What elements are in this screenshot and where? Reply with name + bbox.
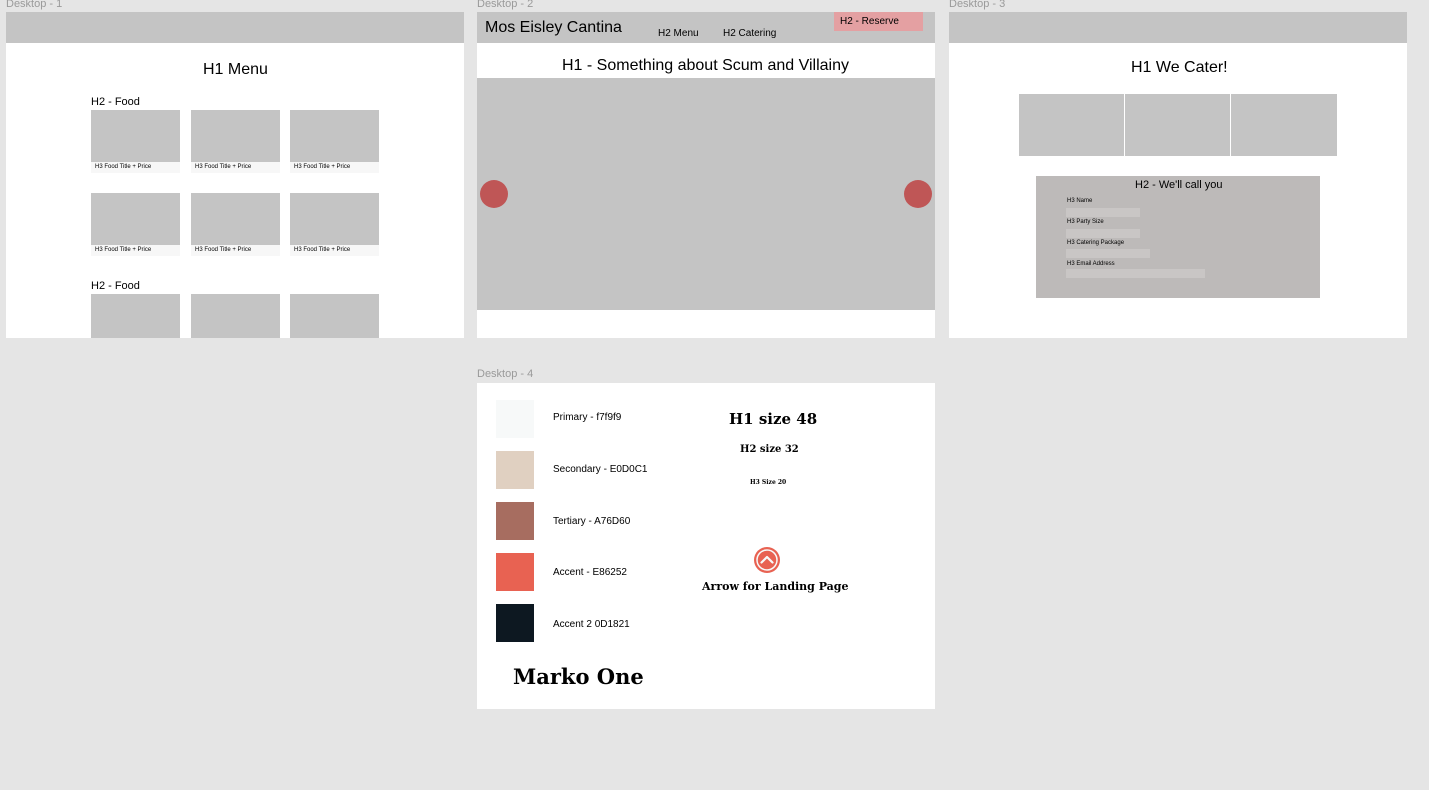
h2-sample: H2 size 32 xyxy=(740,444,799,455)
carousel-next-button[interactable] xyxy=(904,180,932,208)
arrow-caption: Arrow for Landing Page xyxy=(702,580,849,593)
header-bar xyxy=(949,12,1407,43)
catering-image[interactable] xyxy=(1125,94,1230,156)
food-caption: H3 Food Title + Price xyxy=(191,162,280,173)
email-field[interactable] xyxy=(1066,269,1205,278)
field-label-email: H3 Email Address xyxy=(1067,261,1115,267)
food-image[interactable] xyxy=(191,294,280,338)
food-card[interactable]: H3 Food Title + Price xyxy=(191,193,280,256)
swatch-tertiary xyxy=(496,502,534,540)
form-heading: H2 - We'll call you xyxy=(1135,179,1223,191)
brand-title[interactable]: Mos Eisley Cantina xyxy=(485,19,622,37)
food-caption: H3 Food Title + Price xyxy=(91,245,180,256)
food-caption: H3 Food Title + Price xyxy=(290,162,379,173)
swatch-label: Tertiary - A76D60 xyxy=(553,516,631,527)
food-card[interactable]: H3 Food Title + Price xyxy=(91,193,180,256)
nav-catering[interactable]: H2 Catering xyxy=(723,28,776,39)
swatch-label: Secondary - E0D0C1 xyxy=(553,464,648,475)
food-card[interactable]: H3 Food Title + Price xyxy=(290,110,379,173)
food-image xyxy=(191,110,280,162)
page-title: H1 We Cater! xyxy=(1131,59,1228,76)
section-heading: H2 - Food xyxy=(91,96,140,108)
frame-desktop-2[interactable]: Mos Eisley Cantina H2 Menu H2 Catering H… xyxy=(477,12,935,338)
party-size-field[interactable] xyxy=(1066,229,1140,238)
food-card[interactable]: H3 Food Title + Price xyxy=(290,193,379,256)
h3-sample: H3 Size 20 xyxy=(750,479,787,486)
frame-desktop-1[interactable]: H1 Menu H2 - Food H3 Food Title + Price … xyxy=(6,12,464,338)
food-caption: H3 Food Title + Price xyxy=(290,245,379,256)
nav-menu[interactable]: H2 Menu xyxy=(658,28,699,39)
food-caption: H3 Food Title + Price xyxy=(91,162,180,173)
swatch-label: Primary - f7f9f9 xyxy=(553,412,622,423)
frame-label-desktop-4: Desktop - 4 xyxy=(477,368,534,380)
swatch-accent-2 xyxy=(496,604,534,642)
frame-label-desktop-2: Desktop - 2 xyxy=(477,0,534,10)
carousel-prev-button[interactable] xyxy=(480,180,508,208)
frame-label-desktop-1: Desktop - 1 xyxy=(6,0,63,10)
hero-carousel[interactable] xyxy=(477,78,935,310)
swatch-secondary xyxy=(496,451,534,489)
frame-label-desktop-3: Desktop - 3 xyxy=(949,0,1006,10)
swatch-accent xyxy=(496,553,534,591)
catering-package-field[interactable] xyxy=(1066,249,1150,258)
food-card[interactable]: H3 Food Title + Price xyxy=(191,110,280,173)
field-label-catering-package: H3 Catering Package xyxy=(1067,240,1125,246)
frame-desktop-3[interactable]: H1 We Cater! H2 - We'll call you H3 Name… xyxy=(949,12,1407,338)
frame-desktop-4[interactable]: Primary - f7f9f9 Secondary - E0D0C1 Tert… xyxy=(477,383,935,709)
section-heading: H2 - Food xyxy=(91,280,140,292)
food-image xyxy=(91,193,180,245)
food-image xyxy=(290,110,379,162)
header-bar xyxy=(6,12,464,43)
field-label-party-size: H3 Party Size xyxy=(1067,219,1104,225)
reserve-button[interactable]: H2 - Reserve xyxy=(834,12,923,31)
field-label-name: H3 Name xyxy=(1067,198,1093,204)
swatch-label: Accent 2 0D1821 xyxy=(553,619,630,630)
hero-title: H1 - Something about Scum and Villainy xyxy=(562,57,849,74)
catering-image[interactable] xyxy=(1231,94,1337,156)
food-caption: H3 Food Title + Price xyxy=(191,245,280,256)
food-image xyxy=(290,193,379,245)
food-image xyxy=(91,110,180,162)
swatch-primary xyxy=(496,400,534,438)
page-title: H1 Menu xyxy=(203,61,268,78)
font-name-sample: Marko One xyxy=(513,664,644,689)
catering-image[interactable] xyxy=(1019,94,1124,156)
chevron-up-circle-icon[interactable] xyxy=(753,546,781,574)
food-image[interactable] xyxy=(91,294,180,338)
food-image[interactable] xyxy=(290,294,379,338)
h1-sample: H1 size 48 xyxy=(729,410,818,428)
food-card[interactable]: H3 Food Title + Price xyxy=(91,110,180,173)
swatch-label: Accent - E86252 xyxy=(553,567,627,578)
food-image xyxy=(191,193,280,245)
name-field[interactable] xyxy=(1066,208,1140,217)
contact-form: H2 - We'll call you H3 Name H3 Party Siz… xyxy=(1036,176,1320,298)
